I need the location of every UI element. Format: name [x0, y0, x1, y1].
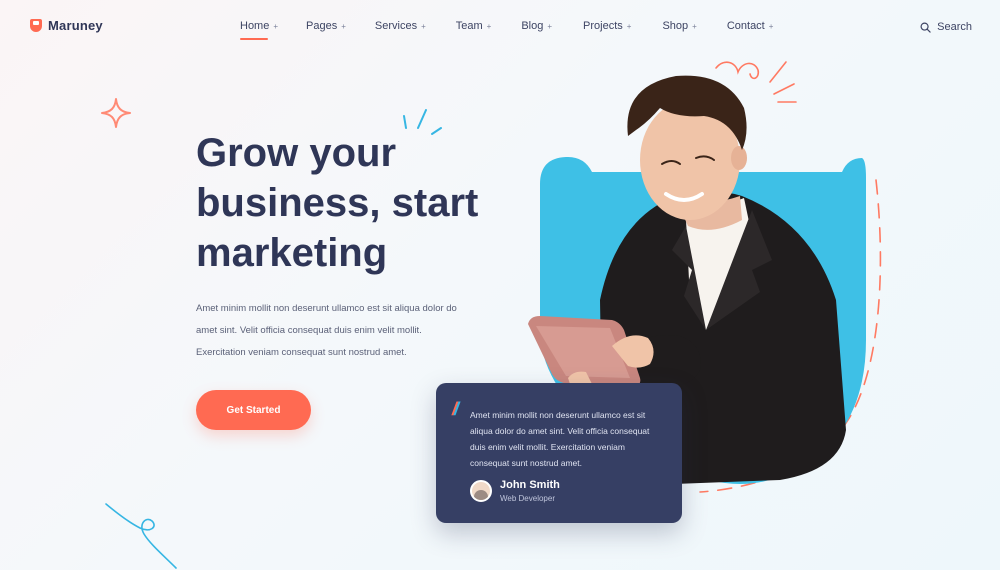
main-menu: Home + Pages + Services + Team + Blog + Proje…: [240, 20, 774, 40]
nav-item-team[interactable]: Team +: [456, 20, 492, 32]
quote-line: aliqua dolor do amet sint. Velit officia…: [470, 426, 650, 436]
search-button[interactable]: Search: [920, 21, 972, 33]
search-label: Search: [937, 21, 972, 33]
plus-icon: +: [626, 21, 632, 31]
nav-item-contact[interactable]: Contact +: [727, 20, 774, 32]
brand-name: Maruney: [48, 18, 103, 33]
testimonial-quote: Amet minim mollit non deserunt ullamco e…: [470, 407, 670, 471]
hero-description: Amet minim mollit non deserunt ullamco e…: [196, 298, 496, 364]
nav-item-pages[interactable]: Pages +: [306, 20, 346, 32]
plus-icon: +: [692, 21, 697, 31]
quote-line: consequat sunt nostrud amet.: [470, 458, 582, 468]
get-started-button[interactable]: Get Started: [196, 390, 311, 430]
plus-icon: +: [273, 21, 279, 31]
sparkle-icon: [101, 98, 131, 128]
description-line: Exercitation veniam consequat sunt nostr…: [196, 347, 407, 358]
quote-icon: //: [452, 399, 459, 419]
quote-line: duis enim velit mollit. Exercitation ven…: [470, 442, 625, 452]
plus-icon: +: [341, 21, 346, 31]
quote-line: Amet minim mollit non deserunt ullamco e…: [470, 410, 646, 420]
plus-icon: +: [768, 21, 774, 31]
plus-icon: +: [421, 21, 426, 31]
logo-icon: [30, 19, 42, 32]
nav-item-home[interactable]: Home +: [240, 20, 279, 40]
nav-item-services[interactable]: Services +: [375, 20, 426, 32]
top-navigation: Maruney Home + Pages + Services + Team + Blo…: [0, 0, 1000, 56]
hero-headline: Grow your business, start marketing: [196, 128, 526, 278]
swirl-icon: [105, 503, 177, 569]
headline-line: marketing: [196, 231, 388, 275]
brand-logo[interactable]: Maruney: [30, 18, 103, 33]
search-icon: [920, 22, 931, 33]
nav-item-shop[interactable]: Shop +: [662, 20, 696, 32]
author-role: Web Developer: [500, 494, 555, 503]
author-name: John Smith: [500, 479, 560, 491]
nav-item-blog[interactable]: Blog +: [521, 20, 552, 32]
headline-line: Grow your: [196, 131, 397, 175]
description-line: Amet minim mollit non deserunt ullamco e…: [196, 303, 457, 314]
plus-icon: +: [486, 21, 492, 31]
avatar: [470, 480, 492, 502]
nav-item-projects[interactable]: Projects +: [583, 20, 631, 32]
description-line: amet sint. Velit officia consequat duis …: [196, 325, 422, 336]
squiggle-icon: [715, 61, 797, 103]
testimonial-author: John Smith Web Developer: [470, 479, 560, 503]
plus-icon: +: [547, 21, 553, 31]
testimonial-card: // Amet minim mollit non deserunt ullamc…: [436, 383, 682, 523]
headline-line: business, start: [196, 181, 479, 225]
